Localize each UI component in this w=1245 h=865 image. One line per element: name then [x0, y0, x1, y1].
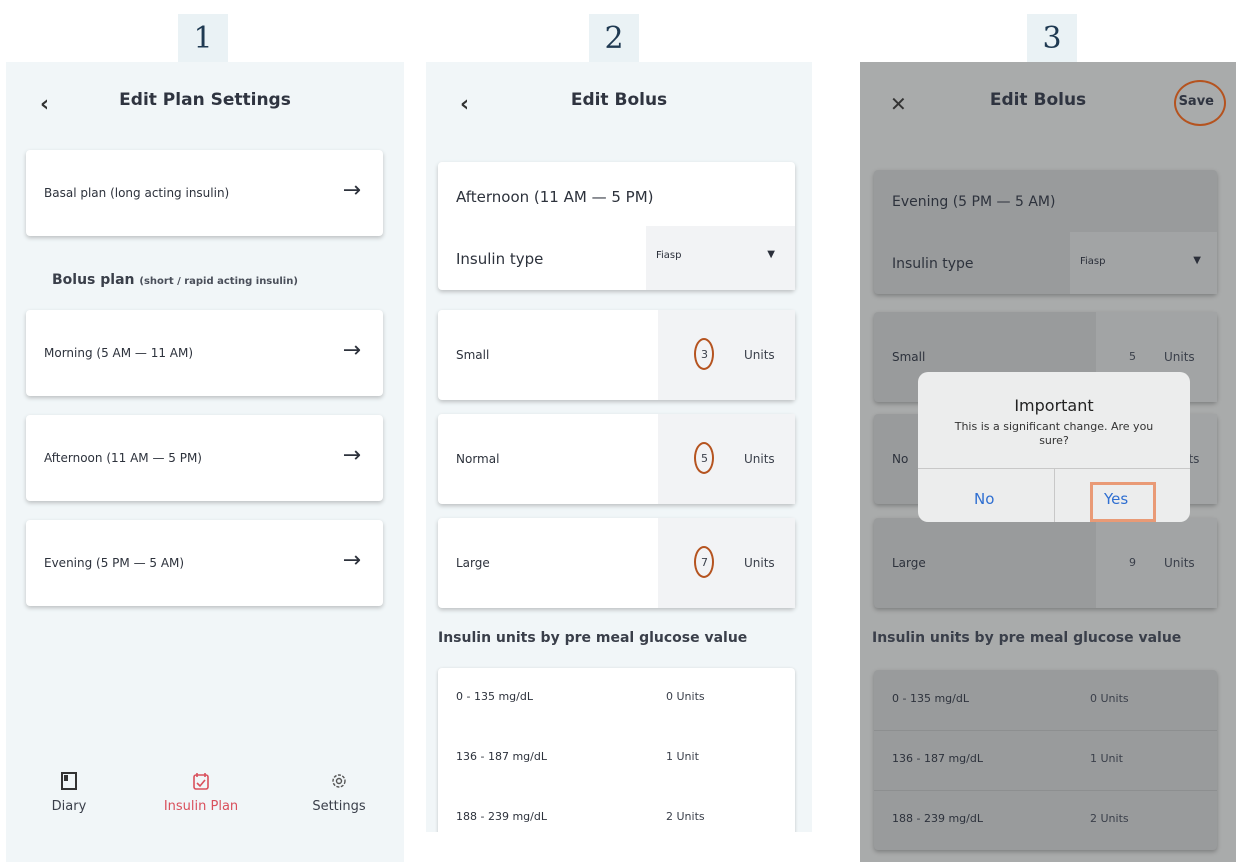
glucose-heading: Insulin units by pre meal glucose value — [438, 630, 748, 646]
divider — [874, 790, 1217, 791]
glucose-table: 0 - 135 mg/dL 0 Units 136 - 187 mg/dL 1 … — [874, 670, 1217, 850]
bolus-plan-heading: Bolus plan (short / rapid acting insulin… — [52, 272, 298, 288]
confirm-dialog: Important This is a significant change. … — [918, 372, 1190, 522]
nav-insulin-plan-label: Insulin Plan — [163, 799, 239, 814]
units-label: Units — [1164, 350, 1195, 364]
bolus-item-afternoon[interactable]: Afternoon (11 AM — 5 PM) → — [26, 415, 383, 501]
bolus-item-morning[interactable]: Morning (5 AM — 11 AM) → — [26, 310, 383, 396]
bolus-item-evening[interactable]: Evening (5 PM — 5 AM) → — [26, 520, 383, 606]
size-value: 9 — [1129, 556, 1136, 569]
period-label: Afternoon (11 AM — 5 PM) — [456, 188, 654, 206]
arrow-right-icon: → — [342, 178, 361, 203]
size-label: Large — [456, 556, 490, 570]
glucose-units: 2 Units — [1090, 812, 1129, 825]
size-label: No — [892, 452, 909, 466]
glucose-table: 0 - 135 mg/dL 0 Units 136 - 187 mg/dL 1 … — [438, 668, 795, 832]
highlight-circle — [694, 546, 714, 578]
insulin-type-label: Insulin type — [892, 256, 974, 272]
glucose-units: 0 Units — [666, 690, 705, 703]
insulin-type-select[interactable]: Fiasp ▼ — [1070, 232, 1217, 294]
nav-diary[interactable]: Diary — [24, 772, 114, 814]
arrow-right-icon: → — [342, 443, 361, 468]
glucose-range: 136 - 187 mg/dL — [892, 752, 983, 765]
book-icon — [24, 772, 114, 795]
bolus-item-label: Evening (5 PM — 5 AM) — [44, 556, 185, 570]
nav-settings-label: Settings — [312, 799, 366, 814]
highlight-circle — [1174, 80, 1226, 126]
divider — [1054, 469, 1055, 522]
basal-plan-label: Basal plan (long acting insulin) — [44, 186, 230, 200]
insulin-type-select[interactable]: Fiasp ▼ — [646, 226, 795, 290]
step-label-2: 2 — [589, 14, 639, 62]
screen-edit-plan-settings: ‹ Edit Plan Settings Basal plan (long ac… — [6, 62, 404, 862]
size-row-small: Small 3 Units — [438, 310, 795, 400]
page-title: Edit Bolus — [570, 90, 668, 110]
size-row-normal: Normal 5 Units — [438, 414, 795, 504]
glucose-range: 188 - 239 mg/dL — [892, 812, 983, 825]
size-label: Small — [456, 348, 490, 362]
size-label: Large — [892, 556, 926, 570]
units-label: Units — [744, 348, 775, 362]
period-label: Evening (5 PM — 5 AM) — [892, 194, 1056, 210]
nav-settings[interactable]: Settings — [294, 772, 384, 814]
units-label: Units — [744, 452, 775, 466]
period-card: Afternoon (11 AM — 5 PM) Insulin type Fi… — [438, 162, 795, 290]
no-button[interactable]: No — [974, 490, 994, 508]
highlight-circle — [694, 442, 714, 474]
nav-insulin-plan[interactable]: Insulin Plan — [156, 772, 246, 814]
glucose-units: 1 Unit — [666, 750, 699, 763]
highlight-box — [1090, 482, 1156, 522]
arrow-right-icon: → — [342, 338, 361, 363]
screen-edit-bolus: ‹ Edit Bolus Afternoon (11 AM — 5 PM) In… — [426, 62, 812, 832]
page-title: Edit Bolus — [989, 90, 1087, 110]
gear-icon — [294, 772, 384, 795]
size-row-large: Large 9 Units — [874, 518, 1217, 608]
insulin-type-value: Fiasp — [1080, 256, 1106, 267]
basal-plan-card[interactable]: Basal plan (long acting insulin) → — [26, 150, 383, 236]
bolus-item-label: Morning (5 AM — 11 AM) — [44, 346, 194, 360]
glucose-units: 1 Unit — [1090, 752, 1123, 765]
divider — [874, 730, 1217, 731]
glucose-units: 0 Units — [1090, 692, 1129, 705]
highlight-circle — [694, 338, 714, 370]
size-label: Normal — [456, 452, 500, 466]
glucose-range: 136 - 187 mg/dL — [456, 750, 547, 763]
units-label: Units — [744, 556, 775, 570]
size-value-input[interactable] — [1096, 518, 1217, 608]
bolus-item-label: Afternoon (11 AM — 5 PM) — [44, 451, 202, 465]
step-label-3: 3 — [1027, 14, 1077, 62]
glucose-range: 0 - 135 mg/dL — [892, 692, 969, 705]
screen-edit-bolus-confirm: ✕ Edit Bolus Save Evening (5 PM — 5 AM) … — [860, 62, 1236, 862]
step-label-1: 1 — [178, 14, 228, 62]
page-title: Edit Plan Settings — [119, 90, 291, 110]
glucose-range: 188 - 239 mg/dL — [456, 810, 547, 823]
bolus-plan-subheading: (short / rapid acting insulin) — [139, 276, 298, 287]
glucose-range: 0 - 135 mg/dL — [456, 690, 533, 703]
caret-down-icon: ▼ — [1193, 255, 1201, 266]
arrow-right-icon: → — [342, 548, 361, 573]
insulin-type-value: Fiasp — [656, 250, 682, 261]
dialog-message: This is a significant change. Are you su… — [954, 420, 1154, 447]
dialog-title: Important — [1014, 396, 1094, 415]
caret-down-icon: ▼ — [767, 249, 775, 260]
size-value: 5 — [1129, 350, 1136, 363]
size-row-large: Large 7 Units — [438, 518, 795, 608]
period-card: Evening (5 PM — 5 AM) Insulin type Fiasp… — [874, 170, 1217, 294]
units-label: Units — [1164, 556, 1195, 570]
insulin-type-label: Insulin type — [456, 250, 544, 268]
calendar-check-icon — [156, 772, 246, 795]
glucose-heading: Insulin units by pre meal glucose value — [872, 630, 1182, 646]
size-label: Small — [892, 350, 926, 364]
glucose-units: 2 Units — [666, 810, 705, 823]
nav-diary-label: Diary — [51, 799, 87, 814]
